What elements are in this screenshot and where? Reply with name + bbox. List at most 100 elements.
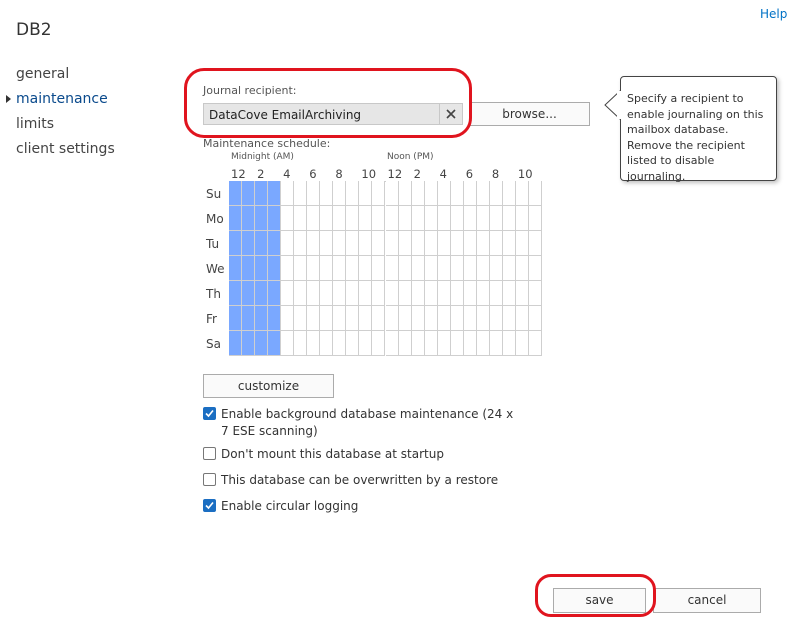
schedule-cell[interactable] bbox=[333, 256, 347, 281]
schedule-cell[interactable] bbox=[333, 306, 347, 331]
schedule-cell[interactable] bbox=[411, 306, 425, 331]
schedule-cell[interactable] bbox=[320, 206, 334, 231]
schedule-cell[interactable] bbox=[281, 206, 295, 231]
schedule-cell[interactable] bbox=[515, 306, 529, 331]
schedule-cell[interactable] bbox=[346, 181, 360, 206]
schedule-cell[interactable] bbox=[502, 181, 516, 206]
schedule-cell[interactable] bbox=[372, 206, 386, 231]
sidebar-item-limits[interactable]: limits bbox=[16, 116, 115, 141]
schedule-cell[interactable] bbox=[268, 306, 282, 331]
schedule-cell[interactable] bbox=[476, 281, 490, 306]
schedule-cell[interactable] bbox=[411, 181, 425, 206]
schedule-cell[interactable] bbox=[450, 331, 464, 356]
schedule-cell[interactable] bbox=[463, 206, 477, 231]
schedule-cell[interactable] bbox=[450, 231, 464, 256]
schedule-cell[interactable] bbox=[476, 206, 490, 231]
sidebar-item-general[interactable]: general bbox=[16, 66, 115, 91]
schedule-cell[interactable] bbox=[385, 306, 399, 331]
schedule-cell[interactable] bbox=[515, 231, 529, 256]
schedule-cell[interactable] bbox=[437, 281, 451, 306]
schedule-cell[interactable] bbox=[346, 331, 360, 356]
schedule-cell[interactable] bbox=[424, 181, 438, 206]
sidebar-item-client-settings[interactable]: client settings bbox=[16, 141, 115, 166]
schedule-cell[interactable] bbox=[476, 256, 490, 281]
schedule-cell[interactable] bbox=[476, 331, 490, 356]
schedule-cell[interactable] bbox=[476, 181, 490, 206]
schedule-cell[interactable] bbox=[359, 281, 373, 306]
clear-recipient-button[interactable] bbox=[439, 104, 462, 124]
schedule-cell[interactable] bbox=[281, 231, 295, 256]
schedule-cell[interactable] bbox=[320, 281, 334, 306]
schedule-cell[interactable] bbox=[359, 306, 373, 331]
schedule-cell[interactable] bbox=[450, 181, 464, 206]
schedule-cell[interactable] bbox=[385, 281, 399, 306]
schedule-cell[interactable] bbox=[424, 331, 438, 356]
schedule-cell[interactable] bbox=[463, 256, 477, 281]
schedule-cell[interactable] bbox=[294, 231, 308, 256]
schedule-cell[interactable] bbox=[307, 231, 321, 256]
schedule-cell[interactable] bbox=[411, 231, 425, 256]
journal-recipient-field[interactable]: DataCove EmailArchiving bbox=[203, 103, 463, 125]
schedule-cell[interactable] bbox=[489, 306, 503, 331]
schedule-cell[interactable] bbox=[281, 256, 295, 281]
schedule-cell[interactable] bbox=[242, 331, 256, 356]
schedule-cell[interactable] bbox=[463, 281, 477, 306]
schedule-cell[interactable] bbox=[437, 306, 451, 331]
schedule-cell[interactable] bbox=[372, 256, 386, 281]
schedule-cell[interactable] bbox=[255, 331, 269, 356]
schedule-cell[interactable] bbox=[281, 181, 295, 206]
schedule-cell[interactable] bbox=[307, 206, 321, 231]
schedule-cell[interactable] bbox=[255, 206, 269, 231]
schedule-cell[interactable] bbox=[294, 206, 308, 231]
schedule-cell[interactable] bbox=[489, 281, 503, 306]
schedule-cell[interactable] bbox=[476, 306, 490, 331]
schedule-cell[interactable] bbox=[502, 256, 516, 281]
schedule-cell[interactable] bbox=[242, 181, 256, 206]
schedule-cell[interactable] bbox=[255, 231, 269, 256]
browse-button[interactable]: browse... bbox=[469, 102, 590, 126]
schedule-cell[interactable] bbox=[424, 281, 438, 306]
schedule-cell[interactable] bbox=[255, 256, 269, 281]
schedule-cell[interactable] bbox=[437, 256, 451, 281]
schedule-cell[interactable] bbox=[398, 256, 412, 281]
schedule-cell[interactable] bbox=[411, 256, 425, 281]
schedule-cell[interactable] bbox=[489, 331, 503, 356]
schedule-cell[interactable] bbox=[463, 231, 477, 256]
schedule-cell[interactable] bbox=[398, 206, 412, 231]
schedule-cell[interactable] bbox=[320, 231, 334, 256]
schedule-cell[interactable] bbox=[268, 181, 282, 206]
schedule-cell[interactable] bbox=[346, 231, 360, 256]
schedule-cell[interactable] bbox=[268, 331, 282, 356]
schedule-cell[interactable] bbox=[346, 206, 360, 231]
schedule-cell[interactable] bbox=[268, 231, 282, 256]
schedule-cell[interactable] bbox=[385, 231, 399, 256]
schedule-cell[interactable] bbox=[320, 256, 334, 281]
schedule-cell[interactable] bbox=[515, 181, 529, 206]
schedule-cell[interactable] bbox=[294, 331, 308, 356]
background-maintenance-checkbox[interactable] bbox=[203, 407, 216, 420]
schedule-cell[interactable] bbox=[424, 206, 438, 231]
schedule-cell[interactable] bbox=[398, 231, 412, 256]
schedule-cell[interactable] bbox=[424, 231, 438, 256]
schedule-cell[interactable] bbox=[463, 331, 477, 356]
schedule-cell[interactable] bbox=[476, 231, 490, 256]
schedule-cell[interactable] bbox=[333, 281, 347, 306]
schedule-cell[interactable] bbox=[242, 206, 256, 231]
schedule-cell[interactable] bbox=[307, 281, 321, 306]
schedule-cell[interactable] bbox=[372, 231, 386, 256]
help-link[interactable]: Help bbox=[760, 7, 787, 21]
schedule-cell[interactable] bbox=[333, 331, 347, 356]
schedule-cell[interactable] bbox=[294, 281, 308, 306]
schedule-cell[interactable] bbox=[281, 281, 295, 306]
schedule-cell[interactable] bbox=[307, 331, 321, 356]
schedule-cell[interactable] bbox=[372, 306, 386, 331]
schedule-cell[interactable] bbox=[385, 256, 399, 281]
schedule-cell[interactable] bbox=[398, 331, 412, 356]
schedule-cell[interactable] bbox=[320, 181, 334, 206]
schedule-cell[interactable] bbox=[463, 306, 477, 331]
schedule-cell[interactable] bbox=[515, 256, 529, 281]
schedule-cell[interactable] bbox=[489, 256, 503, 281]
schedule-cell[interactable] bbox=[502, 206, 516, 231]
schedule-cell[interactable] bbox=[437, 331, 451, 356]
schedule-cell[interactable] bbox=[437, 231, 451, 256]
